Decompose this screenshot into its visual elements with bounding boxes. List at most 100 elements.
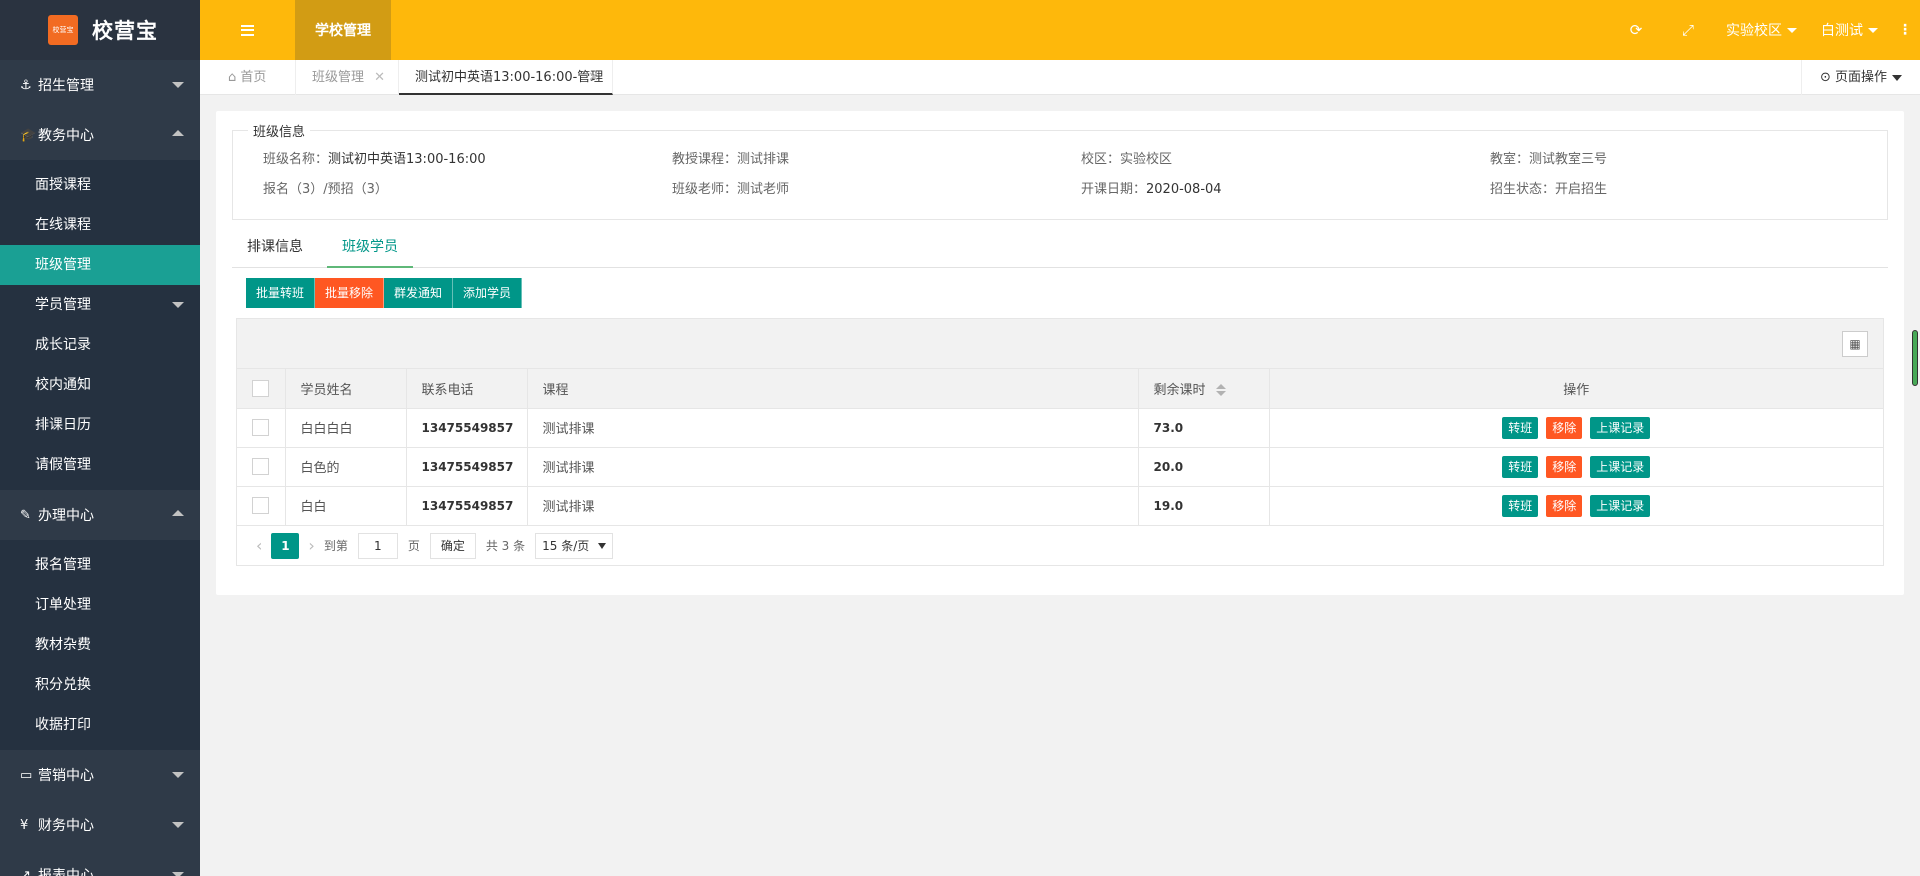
batch-transfer-button[interactable]: 批量转班 (246, 278, 316, 308)
page-tab-class-management[interactable]: 班级管理 ✕ (296, 60, 399, 95)
nav-group-label: 报表中心 (38, 868, 94, 876)
students-table-box: ▦ 学员姓名 联系电话 课程 剩余课时 操作 白白白白 13475549857 … (236, 318, 1884, 566)
sidebar-item-leave-management[interactable]: 请假管理 (0, 445, 200, 485)
current-page[interactable]: 1 (271, 532, 300, 559)
page-operations-dropdown[interactable]: ⊙ 页面操作 (1800, 60, 1920, 95)
more-vertical-icon[interactable]: ⋮ (1890, 22, 1920, 38)
group-notify-button[interactable]: 群发通知 (384, 278, 454, 308)
enroll-status-value: 开启招生 (1555, 182, 1608, 197)
menu-toggle-button[interactable] (200, 0, 295, 60)
transfer-button[interactable]: 转班 (1502, 416, 1539, 439)
close-icon[interactable]: ✕ (588, 60, 599, 95)
header-select-all (237, 369, 286, 409)
class-name-info: 班级名称：测试初中英语13:00-16:00 (263, 148, 486, 167)
top-header: 学校管理 ⟳ ⤢ 实验校区 白测试 ⋮ (200, 0, 1920, 60)
nav-group-admissions[interactable]: ⚓ 招生管理 (0, 60, 200, 110)
remove-button[interactable]: 移除 (1546, 494, 1583, 517)
goto-label: 到第 (323, 539, 348, 553)
sidebar-item-materials-fees[interactable]: 教材杂费 (0, 625, 200, 665)
info-label: 教室： (1490, 152, 1530, 167)
page-size-select[interactable]: 15 条/页 (535, 532, 614, 559)
add-student-button[interactable]: 添加学员 (453, 278, 523, 308)
sidebar-item-class-management[interactable]: 班级管理 (0, 245, 200, 285)
remove-button[interactable]: 移除 (1546, 416, 1583, 439)
row-select (237, 486, 286, 526)
user-dropdown[interactable]: 白测试 (1809, 20, 1890, 40)
page-confirm-button[interactable]: 确定 (429, 532, 476, 559)
row-select (237, 447, 286, 487)
campus-dropdown[interactable]: 实验校区 (1714, 20, 1809, 40)
info-label: 开课日期： (1081, 182, 1147, 197)
page-unit-label: 页 (407, 539, 420, 553)
start-date-value: 2020-08-04 (1146, 182, 1222, 197)
class-record-button[interactable]: 上课记录 (1590, 494, 1651, 517)
sidebar-item-online-courses[interactable]: 在线课程 (0, 205, 200, 245)
logo-mark-icon: 校营宝 (48, 15, 78, 45)
header-label: 剩余课时 (1153, 382, 1206, 398)
sort-icon[interactable] (1215, 384, 1226, 397)
classroom-info: 教室：测试教室三号 (1490, 148, 1607, 167)
sidebar-item-orders[interactable]: 订单处理 (0, 585, 200, 625)
column-filter-button[interactable]: ▦ (1842, 331, 1868, 357)
nav-group-academic[interactable]: 🎓 教务中心 (0, 110, 200, 160)
sidebar-item-school-notices[interactable]: 校内通知 (0, 365, 200, 405)
sidebar-item-points-exchange[interactable]: 积分兑换 (0, 665, 200, 705)
info-label: 教授课程： (672, 152, 738, 167)
student-name-cell: 白白 (285, 486, 407, 526)
yen-icon: ¥ (20, 817, 29, 833)
refresh-icon[interactable]: ⟳ (1610, 21, 1662, 39)
batch-remove-button[interactable]: 批量移除 (315, 278, 385, 308)
scrollbar-thumb[interactable] (1912, 330, 1918, 386)
close-icon[interactable]: ✕ (374, 60, 385, 95)
sidebar-item-receipt-print[interactable]: 收据打印 (0, 705, 200, 745)
top-tab-school-management[interactable]: 学校管理 (295, 0, 391, 60)
tab-schedule-info[interactable]: 排课信息 (232, 226, 318, 268)
transfer-button[interactable]: 转班 (1502, 494, 1539, 517)
fullscreen-icon[interactable]: ⤢ (1662, 21, 1714, 39)
campus-label: 实验校区 (1726, 23, 1782, 39)
chevron-down-icon (172, 82, 184, 88)
phone-cell: 13475549857 (406, 408, 528, 448)
nav-sub-handling: 报名管理 订单处理 教材杂费 积分兑换 收据打印 (0, 540, 200, 750)
class-record-button[interactable]: 上课记录 (1590, 416, 1651, 439)
remove-button[interactable]: 移除 (1546, 455, 1583, 478)
chevron-down-icon (172, 302, 184, 308)
course-info: 教授课程：测试排课 (672, 148, 789, 167)
table-row: 白白白白 13475549857 测试排课 73.0 转班 移除 上课记录 (237, 408, 1883, 448)
page-tab-home[interactable]: ⌂ 首页 (200, 60, 296, 95)
nav-group-label: 营销中心 (38, 768, 94, 784)
page-tab-class-detail[interactable]: 测试初中英语13:00-16:00-管理 ✕ (399, 60, 613, 95)
table-toolbar: ▦ (237, 319, 1883, 369)
select-all-checkbox[interactable] (252, 379, 270, 397)
transfer-button[interactable]: 转班 (1502, 455, 1539, 478)
prev-page-icon[interactable]: ‹ (247, 536, 271, 555)
caret-down-icon (598, 542, 607, 549)
nav-group-reports[interactable]: ↗ 报表中心 (0, 850, 200, 876)
sidebar-item-schedule-calendar[interactable]: 排课日历 (0, 405, 200, 445)
chevron-down-icon (172, 872, 184, 876)
row-checkbox[interactable] (252, 497, 270, 514)
columns-icon: ▦ (1849, 337, 1861, 351)
row-checkbox[interactable] (252, 458, 270, 475)
nav-group-finance[interactable]: ¥ 财务中心 (0, 800, 200, 850)
operations-cell: 转班 移除 上课记录 (1269, 408, 1883, 448)
phone-cell: 13475549857 (406, 447, 528, 487)
page-number-input[interactable]: 1 (357, 532, 398, 559)
anchor-icon: ⚓ (20, 77, 32, 93)
classroom-value: 测试教室三号 (1529, 152, 1608, 167)
class-record-button[interactable]: 上课记录 (1590, 455, 1651, 478)
tab-class-students[interactable]: 班级学员 (327, 226, 413, 268)
nav-group-handling[interactable]: ✎ 办理中心 (0, 490, 200, 540)
sidebar-item-enrollment[interactable]: 报名管理 (0, 545, 200, 585)
header-remaining-hours[interactable]: 剩余课时 (1138, 369, 1270, 409)
next-page-icon[interactable]: › (299, 536, 323, 555)
sidebar-item-growth-records[interactable]: 成长记录 (0, 325, 200, 365)
sidebar-item-student-management[interactable]: 学员管理 (0, 285, 200, 325)
chevron-down-icon (172, 772, 184, 778)
sidebar-item-label: 学员管理 (35, 297, 91, 313)
laptop-icon: ▭ (20, 767, 33, 783)
row-checkbox[interactable] (252, 419, 270, 436)
nav-group-marketing[interactable]: ▭ 营销中心 (0, 750, 200, 800)
sidebar-item-offline-courses[interactable]: 面授课程 (0, 165, 200, 205)
page-tab-label: 测试初中英语13:00-16:00-管理 (415, 70, 604, 85)
